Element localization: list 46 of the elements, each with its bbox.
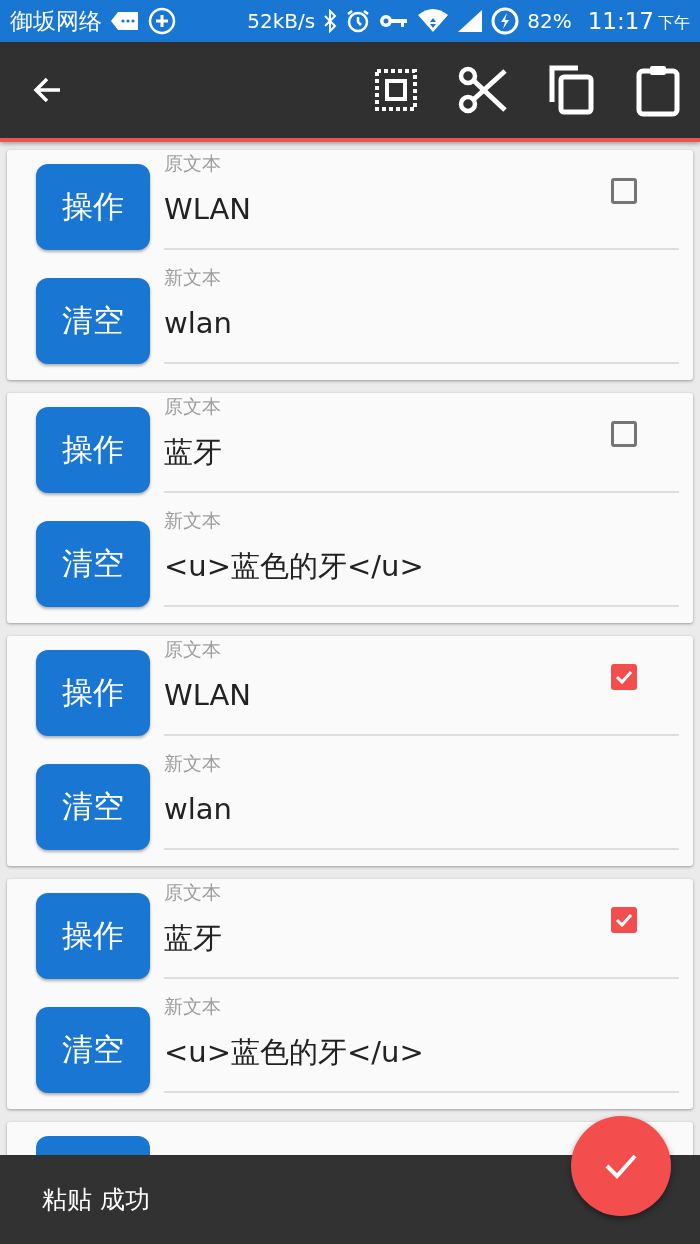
clear-button[interactable]: 清空 — [36, 764, 150, 850]
checkbox[interactable] — [611, 664, 637, 690]
signal-icon — [457, 9, 484, 33]
action-button[interactable]: 操作 — [36, 893, 150, 979]
field-label: 原文本 — [164, 151, 221, 175]
checkbox[interactable] — [611, 178, 637, 204]
copy-button[interactable] — [548, 65, 596, 115]
field-label: 原文本 — [164, 880, 221, 904]
field-label: 新文本 — [164, 508, 221, 532]
action-button[interactable]: 操作 — [36, 407, 150, 493]
new-text-field[interactable]: wlan — [164, 789, 232, 829]
battery-level: 82% — [527, 9, 572, 33]
paste-button[interactable] — [636, 63, 680, 117]
checkbox[interactable] — [611, 907, 637, 933]
new-text-field[interactable]: <u>蓝色的牙</u> — [164, 546, 424, 586]
message-icon — [110, 10, 140, 32]
clock-time: 11:17 — [587, 8, 654, 34]
original-text-field[interactable]: 蓝牙 — [164, 432, 222, 472]
carrier-name: 御坂网络 — [10, 6, 102, 36]
network-speed: 52kB/s — [247, 9, 316, 33]
add-circle-icon — [148, 7, 176, 35]
clock-period: 下午 — [658, 12, 690, 34]
field-label: 新文本 — [164, 994, 221, 1018]
select-all-button[interactable] — [374, 68, 418, 112]
field-label: 新文本 — [164, 265, 221, 289]
field-label: 原文本 — [164, 394, 221, 418]
checkbox[interactable] — [611, 421, 637, 447]
bluetooth-icon — [323, 9, 338, 33]
clear-button[interactable]: 清空 — [36, 521, 150, 607]
field-label: 新文本 — [164, 751, 221, 775]
field-label: 原文本 — [164, 637, 221, 661]
check-icon — [604, 1153, 638, 1179]
wifi-icon — [417, 9, 450, 33]
battery-saver-icon — [491, 7, 520, 35]
original-text-field[interactable]: WLAN — [164, 189, 252, 229]
key-icon — [379, 13, 410, 29]
original-text-field[interactable]: WLAN — [164, 675, 252, 715]
clear-button[interactable]: 清空 — [36, 278, 150, 364]
new-text-field[interactable]: <u>蓝色的牙</u> — [164, 1032, 424, 1072]
new-text-field[interactable]: wlan — [164, 303, 232, 343]
cut-button[interactable] — [458, 66, 508, 114]
action-button[interactable]: 操作 — [36, 164, 150, 250]
action-button[interactable]: 操作 — [36, 650, 150, 736]
original-text-field[interactable]: 蓝牙 — [164, 918, 222, 958]
clear-button[interactable]: 清空 — [36, 1007, 150, 1093]
snackbar-message: 粘贴 成功 — [42, 1184, 150, 1216]
